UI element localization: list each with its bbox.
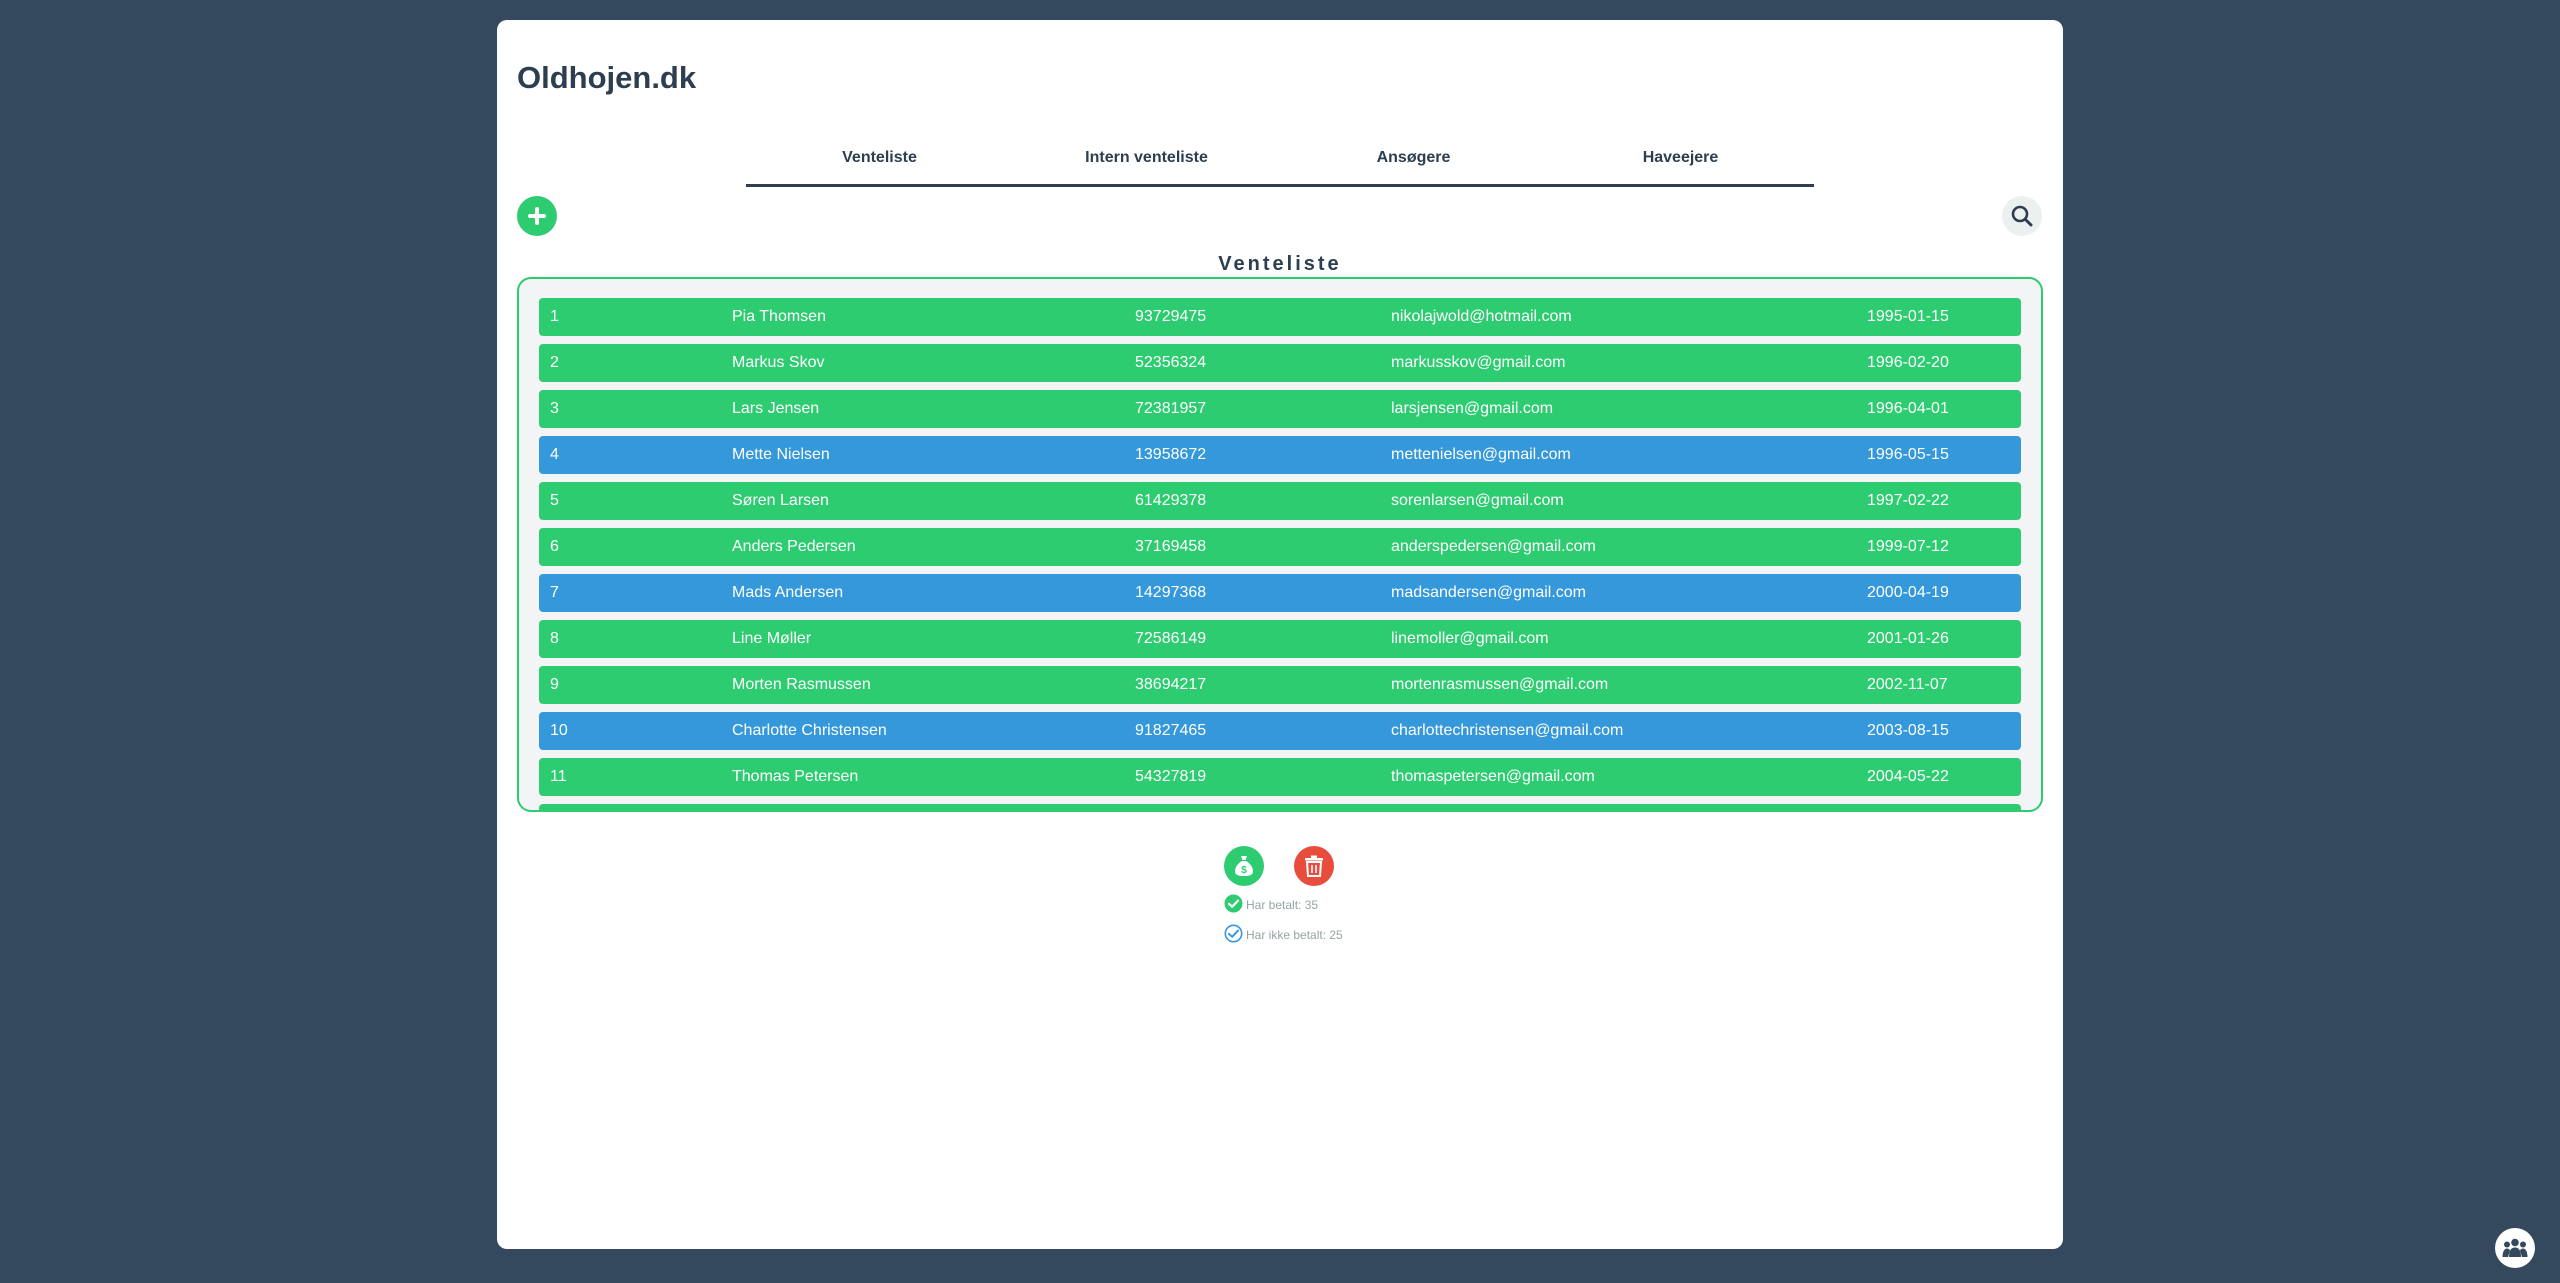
paid-count: Har betalt: 35 — [1224, 894, 1319, 916]
row-number: 6 — [550, 538, 559, 555]
row-email: anderspedersen@gmail.com — [1391, 538, 1596, 555]
list-row[interactable]: 2 Markus Skov 52356324 markusskov@gmail.com… — [539, 344, 2021, 382]
row-email: markusskov@gmail.com — [1391, 354, 1566, 371]
row-number: 8 — [550, 630, 559, 647]
row-name: Anders Pedersen — [732, 538, 856, 555]
tab-intern-venteliste[interactable]: Intern venteliste — [1013, 128, 1280, 184]
row-number: 2 — [550, 354, 559, 371]
tab-bar: Venteliste Intern venteliste Ansøgere Ha… — [746, 128, 1814, 187]
row-date: 2002-11-07 — [1867, 676, 1948, 693]
list-row[interactable] — [539, 804, 2021, 810]
list-row[interactable]: 4 Mette Nielsen 13958672 mettenielsen@gmail… — [539, 436, 2021, 474]
row-name: Thomas Petersen — [732, 768, 859, 785]
row-name: Lars Jensen — [732, 400, 820, 417]
row-name: Søren Larsen — [732, 492, 829, 509]
row-name: Mette Nielsen — [732, 446, 830, 463]
row-number: 3 — [550, 400, 559, 417]
row-phone: 93729475 — [1135, 308, 1207, 325]
row-phone: 91827465 — [1135, 722, 1207, 739]
row-phone: 38694217 — [1135, 676, 1207, 693]
list-row[interactable]: 1 Pia Thomsen 93729475 nikolajwold@hotmail.… — [539, 298, 2021, 336]
row-phone: 54327819 — [1135, 768, 1207, 785]
list-title: Venteliste — [1218, 253, 1342, 275]
people-group-icon — [2502, 1238, 2528, 1257]
delete-button[interactable] — [1294, 846, 1334, 886]
waiting-list-rows: 1 Pia Thomsen 93729475 nikolajwold@hotmail.… — [539, 298, 2021, 810]
row-number: 10 — [550, 722, 568, 739]
site-title: Oldhojen.dk — [517, 60, 697, 95]
search-button[interactable] — [2002, 196, 2042, 236]
list-row[interactable]: 11 Thomas Petersen 54327819 thomaspetersen@… — [539, 758, 2021, 796]
row-number: 5 — [550, 492, 559, 509]
search-icon — [2011, 205, 2033, 227]
row-email: mortenrasmussen@gmail.com — [1391, 676, 1609, 693]
list-row[interactable]: 5 Søren Larsen 61429378 sorenlarsen@gmail.c… — [539, 482, 2021, 520]
row-number: 7 — [550, 584, 559, 601]
list-row[interactable]: 8 Line Møller 72586149 linemoller@gmail.com… — [539, 620, 2021, 658]
money-bag-icon: $ — [1235, 856, 1253, 876]
payment-button[interactable]: $ — [1224, 846, 1264, 886]
paid-count-label: Har betalt: 35 — [1246, 898, 1319, 912]
row-name: Pia Thomsen — [732, 308, 826, 325]
row-email: madsandersen@gmail.com — [1391, 584, 1586, 601]
row-date: 2000-04-19 — [1867, 584, 1949, 601]
tab-ansogere[interactable]: Ansøgere — [1280, 128, 1547, 184]
row-email: thomaspetersen@gmail.com — [1391, 768, 1595, 785]
row-name: Line Møller — [732, 630, 812, 647]
svg-text:$: $ — [1241, 865, 1247, 876]
list-row[interactable]: 9 Morten Rasmussen 38694217 mortenrasmussen… — [539, 666, 2021, 704]
row-date: 1996-02-20 — [1867, 354, 1949, 371]
row-email: charlottechristensen@gmail.com — [1391, 722, 1624, 739]
check-circle-outline-icon — [1224, 924, 1243, 946]
row-phone: 61429378 — [1135, 492, 1207, 509]
unpaid-count-label: Har ikke betalt: 25 — [1246, 928, 1343, 942]
row-number: 9 — [550, 676, 559, 693]
row-date: 1996-05-15 — [1867, 446, 1949, 463]
row-number: 11 — [550, 768, 567, 785]
row-number: 4 — [550, 446, 559, 463]
row-date: 1997-02-22 — [1867, 492, 1949, 509]
row-email: sorenlarsen@gmail.com — [1391, 492, 1564, 509]
row-date: 2003-08-15 — [1867, 722, 1949, 739]
waiting-list[interactable]: 1 Pia Thomsen 93729475 nikolajwold@hotmail.… — [517, 277, 2043, 812]
row-phone: 52356324 — [1135, 354, 1207, 371]
list-row[interactable]: 7 Mads Andersen 14297368 madsandersen@gmail… — [539, 574, 2021, 612]
tab-venteliste[interactable]: Venteliste — [746, 128, 1013, 184]
row-phone: 72586149 — [1135, 630, 1207, 647]
row-phone: 72381957 — [1135, 400, 1207, 417]
row-name: Markus Skov — [732, 354, 825, 371]
row-email: nikolajwold@hotmail.com — [1391, 308, 1572, 325]
row-email: mettenielsen@gmail.com — [1391, 446, 1571, 463]
row-email: linemoller@gmail.com — [1391, 630, 1549, 647]
row-date: 1995-01-15 — [1867, 308, 1949, 325]
row-name: Mads Andersen — [732, 584, 844, 601]
help-button[interactable] — [2495, 1228, 2535, 1268]
list-row[interactable]: 3 Lars Jensen 72381957 larsjensen@gmail.com… — [539, 390, 2021, 428]
row-date: 2004-05-22 — [1867, 768, 1949, 785]
row-name: Charlotte Christensen — [732, 722, 887, 739]
main-card: Oldhojen.dk Venteliste Intern venteliste… — [497, 20, 2063, 1249]
list-row[interactable]: 6 Anders Pedersen 37169458 anderspedersen@g… — [539, 528, 2021, 566]
check-circle-filled-icon — [1224, 894, 1243, 916]
row-date: 1996-04-01 — [1867, 400, 1949, 417]
trash-icon — [1305, 855, 1323, 877]
row-name: Morten Rasmussen — [732, 676, 871, 693]
unpaid-count: Har ikke betalt: 25 — [1224, 924, 1343, 946]
row-phone: 13958672 — [1135, 446, 1207, 463]
list-row[interactable]: 10 Charlotte Christensen 91827465 charlotte… — [539, 712, 2021, 750]
row-number: 1 — [550, 308, 559, 325]
row-date: 2001-01-26 — [1867, 630, 1949, 647]
row-date: 1999-07-12 — [1867, 538, 1949, 555]
row-phone: 37169458 — [1135, 538, 1207, 555]
row-email: larsjensen@gmail.com — [1391, 400, 1554, 417]
row-phone: 14297368 — [1135, 584, 1207, 601]
tab-haveejere[interactable]: Haveejere — [1547, 128, 1814, 184]
add-button[interactable] — [517, 196, 557, 236]
